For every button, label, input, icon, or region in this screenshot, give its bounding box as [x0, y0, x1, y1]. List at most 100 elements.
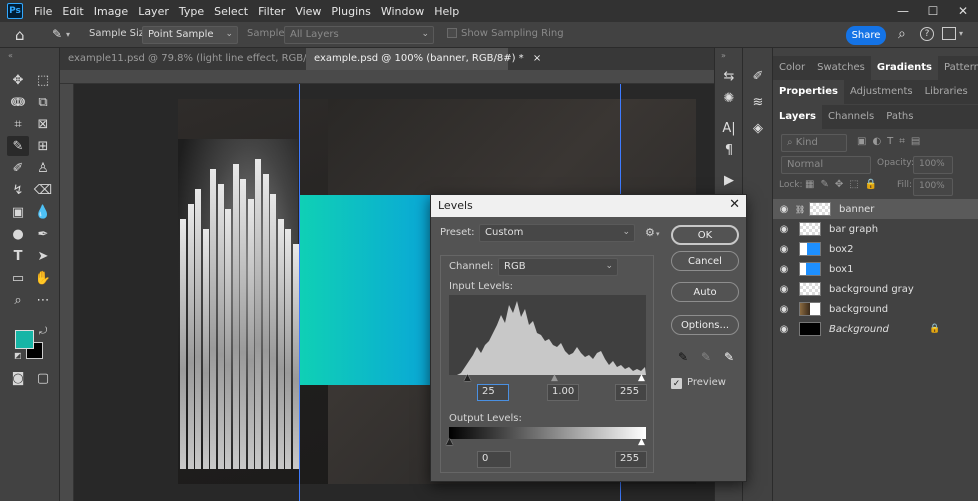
- tab-properties[interactable]: Properties: [773, 80, 844, 104]
- lock-icons[interactable]: ▦✎✥⬚🔒: [805, 179, 883, 190]
- close-tab-icon[interactable]: ×: [533, 53, 541, 64]
- output-black-field[interactable]: 0: [477, 451, 511, 468]
- black-point-eyedropper-icon[interactable]: ✎: [678, 350, 688, 364]
- menu-type[interactable]: Type: [174, 5, 209, 18]
- input-black-field[interactable]: 25: [477, 384, 509, 401]
- layer-kind-filter[interactable]: ⌕ Kind: [781, 134, 847, 152]
- dialog-title-bar[interactable]: Levels ✕: [431, 195, 746, 217]
- menu-select[interactable]: Select: [209, 5, 253, 18]
- layer-name[interactable]: Background: [829, 324, 929, 335]
- tool-preset-chevron-icon[interactable]: ▾: [66, 30, 70, 39]
- visibility-eye-icon[interactable]: ◉: [773, 324, 795, 335]
- tab-patterns[interactable]: Patterns: [938, 56, 978, 80]
- layer-background-gray[interactable]: ◉ background gray: [773, 279, 978, 299]
- collapse-toolbar-icon[interactable]: «: [8, 51, 13, 60]
- foreground-color-swatch[interactable]: [15, 330, 34, 349]
- visibility-eye-icon[interactable]: ◉: [773, 304, 795, 315]
- show-ring-checkbox[interactable]: [447, 28, 457, 38]
- auto-button[interactable]: Auto: [671, 282, 739, 302]
- layer-bar-graph[interactable]: ◉ bar graph: [773, 219, 978, 239]
- menu-plugins[interactable]: Plugins: [326, 5, 375, 18]
- preview-checkbox[interactable]: ✓: [671, 378, 682, 389]
- brush-panel-icon[interactable]: ✐: [747, 66, 769, 86]
- layer-background-photo[interactable]: ◉ background: [773, 299, 978, 319]
- options-button[interactable]: Options...: [671, 315, 739, 335]
- eyedropper-icon[interactable]: ✎: [7, 136, 29, 156]
- vertical-ruler[interactable]: [60, 84, 74, 501]
- history-brush-icon[interactable]: ↯: [7, 180, 29, 200]
- tab-color[interactable]: Color: [773, 56, 811, 80]
- lasso-tool-icon[interactable]: ↈ: [7, 92, 29, 112]
- layer-name[interactable]: banner: [839, 204, 874, 215]
- preset-options-chevron-icon[interactable]: ▾: [656, 230, 660, 238]
- ok-button[interactable]: OK: [671, 225, 739, 245]
- path-select-tool-icon[interactable]: ➤: [32, 246, 54, 266]
- cancel-button[interactable]: Cancel: [671, 251, 739, 271]
- eraser-tool-icon[interactable]: ⌫: [32, 180, 54, 200]
- search-icon[interactable]: ⌕: [898, 26, 906, 42]
- more-tools-icon[interactable]: ⋯: [32, 290, 54, 310]
- guide-line[interactable]: [299, 84, 300, 501]
- menu-filter[interactable]: Filter: [253, 5, 290, 18]
- blur-tool-icon[interactable]: 💧: [32, 202, 54, 222]
- layer-name[interactable]: background: [829, 304, 888, 315]
- horizontal-ruler[interactable]: [60, 70, 714, 84]
- eyedropper-tool-icon[interactable]: ✎: [52, 27, 62, 41]
- brush-tool-icon[interactable]: ✐: [7, 158, 29, 178]
- gradient-tool-icon[interactable]: ▣: [7, 202, 29, 222]
- fill-field[interactable]: 100%: [913, 178, 953, 196]
- share-button[interactable]: Share: [846, 26, 886, 45]
- object-select-tool-icon[interactable]: ⧉: [32, 92, 54, 112]
- menu-view[interactable]: View: [290, 5, 326, 18]
- close-icon[interactable]: ✕: [729, 197, 740, 212]
- layer-name[interactable]: background gray: [829, 284, 914, 295]
- character-icon[interactable]: A|: [718, 118, 740, 138]
- visibility-eye-icon[interactable]: ◉: [773, 264, 795, 275]
- opacity-field[interactable]: 100%: [913, 156, 953, 174]
- visibility-eye-icon[interactable]: ◉: [773, 204, 795, 215]
- healing-brush-icon[interactable]: ⊞: [32, 136, 54, 156]
- menu-file[interactable]: File: [29, 5, 57, 18]
- sample-size-dropdown[interactable]: Point Sample ⌄: [142, 26, 238, 44]
- default-colors-icon[interactable]: ◩: [14, 351, 22, 360]
- type-tool-icon[interactable]: T: [7, 246, 29, 266]
- output-white-field[interactable]: 255: [615, 451, 647, 468]
- channel-dropdown[interactable]: RGB ⌄: [498, 258, 618, 276]
- tab-paths[interactable]: Paths: [880, 105, 919, 129]
- quick-mask-icon[interactable]: ◙: [7, 368, 29, 388]
- visibility-eye-icon[interactable]: ◉: [773, 284, 795, 295]
- layers-panel-icon[interactable]: ◈: [747, 118, 769, 138]
- preset-dropdown[interactable]: Custom ⌄: [479, 224, 635, 242]
- help-icon[interactable]: ?: [920, 27, 934, 41]
- menu-edit[interactable]: Edit: [57, 5, 88, 18]
- workspace-chevron-icon[interactable]: ▾: [959, 29, 963, 38]
- input-black-slider[interactable]: ▲: [464, 373, 471, 383]
- rectangle-tool-icon[interactable]: ▭: [7, 268, 29, 288]
- tab-gradients[interactable]: Gradients: [870, 56, 938, 80]
- preset-options-gear-icon[interactable]: ⚙: [645, 226, 655, 239]
- tab-example11[interactable]: example11.psd @ 79.8% (light line effect…: [60, 48, 343, 70]
- swap-colors-icon[interactable]: ⤾: [39, 326, 47, 337]
- menu-image[interactable]: Image: [89, 5, 133, 18]
- tab-adjustments[interactable]: Adjustments: [844, 80, 919, 104]
- hand-tool-icon[interactable]: ✋: [32, 268, 54, 288]
- zoom-tool-icon[interactable]: ⌕: [7, 290, 29, 310]
- output-black-slider[interactable]: ▲: [446, 437, 453, 447]
- visibility-eye-icon[interactable]: ◉: [773, 224, 795, 235]
- sample-dropdown[interactable]: All Layers ⌄: [284, 26, 434, 44]
- layer-filter-icons[interactable]: ▣◐T⌗▤: [857, 136, 926, 147]
- maximize-icon[interactable]: ☐: [918, 0, 948, 22]
- layer-box2[interactable]: ◉ box2: [773, 239, 978, 259]
- layer-box1[interactable]: ◉ box1: [773, 259, 978, 279]
- menu-window[interactable]: Window: [376, 5, 429, 18]
- artboard-tool-icon[interactable]: ⬚: [32, 70, 54, 90]
- tab-example[interactable]: example.psd @ 100% (banner, RGB/8#) * ×: [306, 48, 541, 70]
- menu-help[interactable]: Help: [429, 5, 464, 18]
- navigator-icon[interactable]: ✺: [718, 88, 740, 108]
- actions-play-icon[interactable]: ▶: [718, 170, 740, 190]
- tab-channels[interactable]: Channels: [822, 105, 880, 129]
- dodge-tool-icon[interactable]: ●: [7, 224, 29, 244]
- layer-banner[interactable]: ◉ ⛓ banner: [773, 199, 978, 219]
- workspace-icon[interactable]: [942, 27, 956, 40]
- collapse-strip-icon[interactable]: »: [721, 51, 726, 60]
